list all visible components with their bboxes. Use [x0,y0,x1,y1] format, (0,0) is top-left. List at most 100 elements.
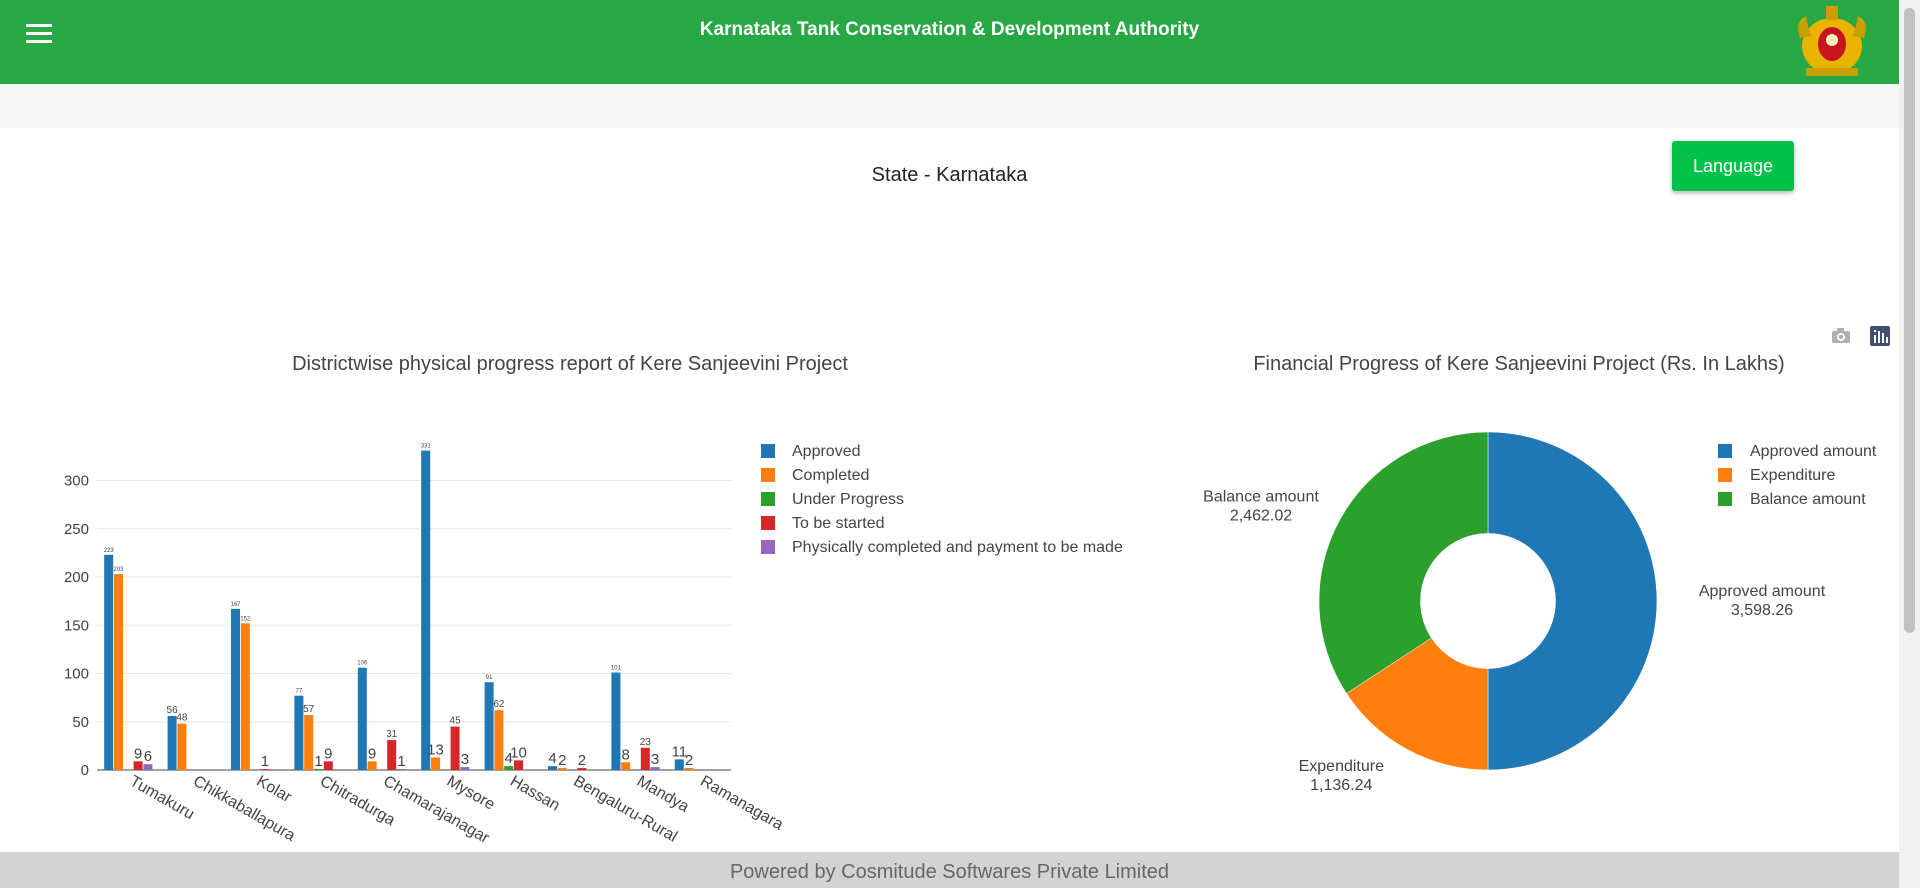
bar-approved[interactable] [357,667,367,770]
x-tick-label: Hassan [507,773,562,815]
bar-completed[interactable] [177,723,187,770]
y-tick-label: 50 [72,714,89,731]
bar-approved[interactable] [231,608,240,770]
legend-swatch-completed[interactable] [761,468,775,482]
legend-swatch-approved-amount[interactable] [1718,444,1732,458]
bar-completed[interactable] [367,761,377,770]
legend-swatch-physically-completed-and-payment-to-be-made[interactable] [761,540,775,554]
bar-completed[interactable] [494,710,504,770]
bar-value-label: 23 [640,737,652,748]
legend-swatch-approved[interactable] [761,444,775,458]
x-tick-label: Kolar [254,773,295,807]
bar-approved[interactable] [674,759,684,770]
donut-chart-title: Financial Progress of Kere Sanjeevini Pr… [1253,353,1784,375]
bar-completed[interactable] [431,757,440,770]
bar-value-label: 91 [486,675,493,681]
bar-chart-title: Districtwise physical progress report of… [292,353,848,375]
bar-value-label: 9 [368,745,376,762]
bar-value-label: 31 [386,729,398,740]
bar-chart-x-axis: TumakuruChikkaballapuraKolar ChitradurgaC… [127,773,786,848]
bar-value-label: 331 [421,444,432,450]
y-tick-label: 250 [64,521,89,538]
y-tick-label: 300 [64,473,89,490]
bar-completed[interactable] [621,762,631,770]
legend-swatch-expenditure[interactable] [1718,468,1732,482]
x-tick-label: Bengaluru-Rural [571,773,680,846]
donut-slice-approved-amount[interactable] [1487,431,1658,771]
bar-value-label: 167 [230,602,241,608]
bar-value-label: 13 [427,741,444,758]
bar-value-label: 3 [651,751,659,768]
bar-to-be-started[interactable] [133,761,143,770]
legend-label-approved[interactable]: Approved [792,443,861,460]
donut-chart-legend: Approved amount Expenditure Balance amount [1718,443,1877,508]
bar-value-label: 152 [240,616,251,622]
donut-value-label: 3,598.26 [1731,602,1793,619]
bar-value-label: 10 [510,744,527,761]
y-tick-label: 200 [64,569,89,586]
bar-to-be-started[interactable] [514,760,523,770]
bar-value-label: 1 [397,753,405,770]
camera-icon[interactable] [1832,328,1850,343]
donut-outside-label: Approved amount [1699,583,1826,600]
bar-value-label: 2 [578,752,586,769]
bar-completed[interactable] [240,623,250,770]
bar-completed[interactable] [304,714,314,770]
x-tick-label: Tumakuru [127,773,197,823]
bar-completed[interactable] [114,574,123,770]
legend-label-under-progress[interactable]: Under Progress [792,491,904,508]
bar-to-be-started[interactable] [640,747,650,770]
donut-value-label: 1,136.24 [1310,777,1372,794]
bar-value-label: 1 [314,753,322,770]
bar-to-be-started[interactable] [387,740,397,770]
bar-approved[interactable] [421,450,431,770]
bar-value-label: 48 [176,713,188,724]
legend-swatch-to-be-started[interactable] [761,516,775,530]
x-tick-label: Ramanagara [697,773,786,834]
plotly-logo-icon[interactable] [1870,326,1890,346]
bar-chart-legend: Approved Completed Under Progress To be sta… [761,443,1123,556]
bar-value-label: 3 [461,751,469,768]
bar-chart-data-labels: 2232039 65648167152177571 9106931133113453… [104,444,694,770]
bar-approved[interactable] [104,554,114,770]
legend-label-completed[interactable]: Completed [792,467,869,484]
legend-label-approved-amount[interactable]: Approved amount [1750,443,1877,460]
bar-value-label: 45 [450,716,462,727]
bar-value-label: 1 [261,753,269,770]
bar-value-label: 2 [685,752,693,769]
bar-value-label: 106 [357,661,368,667]
scrollbar-thumb[interactable] [1904,8,1915,633]
footer: Powered by Cosmitude Softwares Private L… [0,852,1899,888]
bar-chart-gridlines [97,480,731,771]
legend-label-to-be-started[interactable]: To be started [792,515,885,532]
x-tick-label: Mysore [444,773,498,814]
donut-slice-balance-amount[interactable] [1318,431,1489,694]
bar-approved[interactable] [167,715,177,770]
legend-label-balance-amount[interactable]: Balance amount [1750,491,1866,508]
page-scrollbar[interactable] [1899,0,1920,888]
x-tick-label: Chamarajanagar [380,773,492,848]
legend-swatch-balance-amount[interactable] [1718,492,1732,506]
bar-value-label: 203 [113,567,124,573]
bar-to-be-started[interactable] [323,761,333,770]
bar-approved[interactable] [611,672,621,770]
donut-outside-label: Balance amount [1203,488,1319,505]
legend-label-physically-completed-and-payment-to-be-made[interactable]: Physically completed and payment to be m… [792,539,1123,556]
donut-chart: Approved amount 3,598.26 Expenditure 1,136.… [1203,431,1826,794]
bar-value-label: 4 [548,750,556,767]
y-tick-label: 0 [81,762,89,779]
bar-approved[interactable] [484,682,494,770]
bar-value-label: 9 [134,745,142,762]
bar-value-label: 223 [104,548,115,554]
donut-value-label: 2,462.02 [1230,507,1292,524]
donut-outside-label: Expenditure [1299,758,1384,775]
legend-label-expenditure[interactable]: Expenditure [1750,467,1835,484]
bar-value-label: 6 [144,748,152,765]
bar-approved[interactable] [294,695,304,770]
bar-value-label: 77 [296,689,303,695]
y-tick-label: 150 [64,617,89,634]
bar-value-label: 62 [493,699,505,710]
legend-swatch-under-progress[interactable] [761,492,775,506]
bar-value-label: 101 [611,666,622,672]
bar-to-be-started[interactable] [450,726,460,770]
